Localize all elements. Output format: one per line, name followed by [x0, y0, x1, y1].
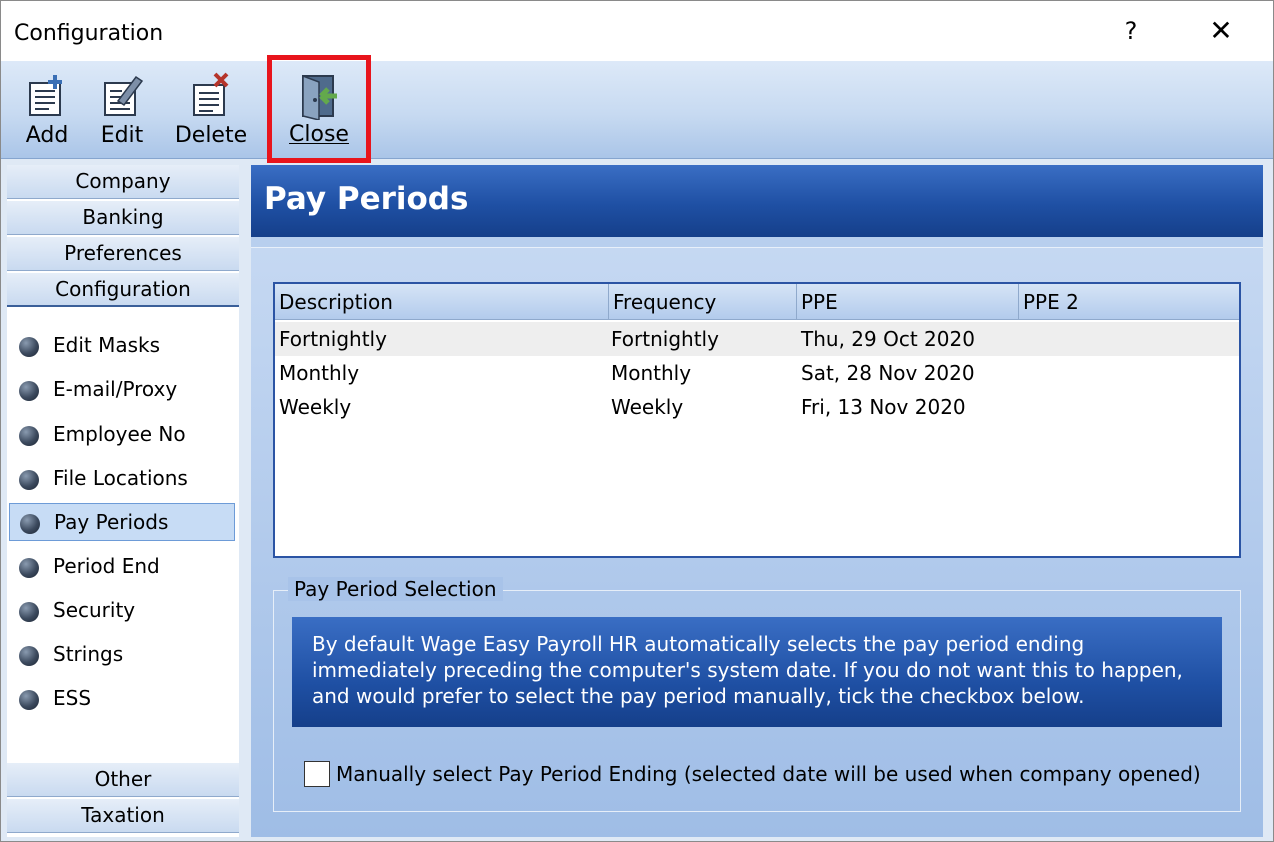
nav-item-label: Security: [53, 598, 136, 622]
column-header-ppe2[interactable]: PPE 2: [1019, 284, 1239, 320]
cell-ppe2: [1021, 356, 1023, 390]
nav-section-preferences[interactable]: Preferences: [7, 237, 239, 271]
cell-ppe: Sat, 28 Nov 2020: [801, 361, 975, 385]
pay-periods-grid: Description Frequency PPE PPE 2 Fortnigh…: [273, 282, 1241, 558]
nav-item-label: Period End: [53, 554, 160, 578]
left-navigation: Company Banking Preferences Configuratio…: [7, 165, 239, 837]
cell-ppe2: [1021, 390, 1023, 424]
page-title: Pay Periods: [264, 181, 469, 217]
edit-label: Edit: [100, 123, 144, 148]
nav-item-label: Employee No: [53, 422, 186, 446]
cell-frequency: Weekly: [611, 395, 684, 419]
window-close-button[interactable]: ✕: [1191, 9, 1251, 53]
column-header-ppe[interactable]: PPE: [797, 284, 1019, 320]
bullet-icon: [19, 426, 39, 446]
column-header-description[interactable]: Description: [275, 284, 609, 320]
nav-item-label: Strings: [53, 642, 124, 666]
bullet-icon: [20, 514, 40, 534]
edit-button[interactable]: Edit: [89, 67, 155, 155]
toolbar: Add Edit Delete: [1, 61, 1273, 159]
window-title: Configuration: [14, 21, 164, 46]
title-bar: Configuration ? ✕: [1, 1, 1273, 61]
table-row[interactable]: Weekly Weekly Fri, 13 Nov 2020: [275, 390, 1239, 424]
nav-item-strings[interactable]: Strings: [9, 636, 235, 674]
bullet-icon: [19, 690, 39, 710]
main-content: Pay Periods Description Frequency PPE PP…: [251, 165, 1263, 837]
add-record-icon: [29, 75, 62, 116]
cell-description: Monthly: [279, 361, 360, 385]
nav-item-period-end[interactable]: Period End: [9, 548, 235, 586]
help-button[interactable]: ?: [1101, 9, 1161, 53]
nav-item-label: File Locations: [53, 466, 188, 490]
bullet-icon: [19, 558, 39, 578]
close-label: Close: [289, 122, 349, 147]
nav-item-employee-no[interactable]: Employee No: [9, 416, 235, 454]
delete-label: Delete: [174, 123, 248, 148]
grid-header: Description Frequency PPE PPE 2: [275, 284, 1239, 320]
bullet-icon: [19, 646, 39, 666]
cell-ppe2: [1021, 322, 1023, 356]
nav-item-security[interactable]: Security: [9, 592, 235, 630]
cell-frequency: Monthly: [611, 361, 692, 385]
delete-record-icon: [193, 72, 229, 116]
manual-select-checkbox[interactable]: [304, 761, 330, 787]
pay-period-selection-group: Pay Period Selection By default Wage Eas…: [273, 577, 1241, 812]
nav-section-other[interactable]: Other: [7, 763, 239, 797]
edit-record-icon: [104, 75, 144, 116]
nav-item-ess[interactable]: ESS: [9, 680, 235, 718]
bullet-icon: [19, 470, 39, 490]
nav-item-label: Edit Masks: [53, 333, 161, 357]
nav-section-company[interactable]: Company: [7, 165, 239, 199]
bullet-icon: [19, 602, 39, 622]
delete-button[interactable]: Delete: [165, 67, 257, 155]
manual-select-checkbox-row[interactable]: Manually select Pay Period Ending (selec…: [304, 759, 1204, 789]
nav-item-edit-masks[interactable]: Edit Masks: [9, 327, 235, 365]
cell-ppe: Fri, 13 Nov 2020: [801, 395, 966, 419]
nav-item-email-proxy[interactable]: E-mail/Proxy: [9, 371, 235, 409]
nav-section-taxation[interactable]: Taxation: [7, 799, 239, 833]
column-header-frequency[interactable]: Frequency: [609, 284, 797, 320]
add-button[interactable]: Add: [13, 67, 81, 155]
add-label: Add: [25, 123, 69, 148]
bullet-icon: [19, 381, 39, 401]
pay-periods-panel: Description Frequency PPE PPE 2 Fortnigh…: [251, 247, 1263, 837]
info-message: By default Wage Easy Payroll HR automati…: [292, 617, 1222, 727]
group-legend: Pay Period Selection: [288, 577, 503, 601]
page-header: Pay Periods: [251, 165, 1263, 237]
nav-section-configuration[interactable]: Configuration: [7, 273, 239, 307]
cell-ppe: Thu, 29 Oct 2020: [801, 327, 975, 351]
configuration-window: Configuration ? ✕ Add Edit Delete Close …: [0, 0, 1274, 842]
exit-door-icon: [302, 74, 337, 120]
table-row[interactable]: Fortnightly Fortnightly Thu, 29 Oct 2020: [275, 322, 1239, 356]
cell-description: Weekly: [279, 395, 352, 419]
nav-item-label: Pay Periods: [54, 510, 169, 534]
cell-frequency: Fortnightly: [611, 327, 719, 351]
nav-item-label: ESS: [53, 686, 92, 710]
bullet-icon: [19, 337, 39, 357]
nav-item-label: E-mail/Proxy: [53, 377, 178, 401]
nav-item-file-locations[interactable]: File Locations: [9, 460, 235, 498]
table-row[interactable]: Monthly Monthly Sat, 28 Nov 2020: [275, 356, 1239, 390]
nav-section-banking[interactable]: Banking: [7, 201, 239, 235]
close-button[interactable]: Close: [267, 55, 371, 163]
manual-select-checkbox-label[interactable]: Manually select Pay Period Ending (selec…: [336, 759, 1201, 789]
nav-item-pay-periods[interactable]: Pay Periods: [9, 503, 235, 541]
cell-description: Fortnightly: [279, 327, 387, 351]
